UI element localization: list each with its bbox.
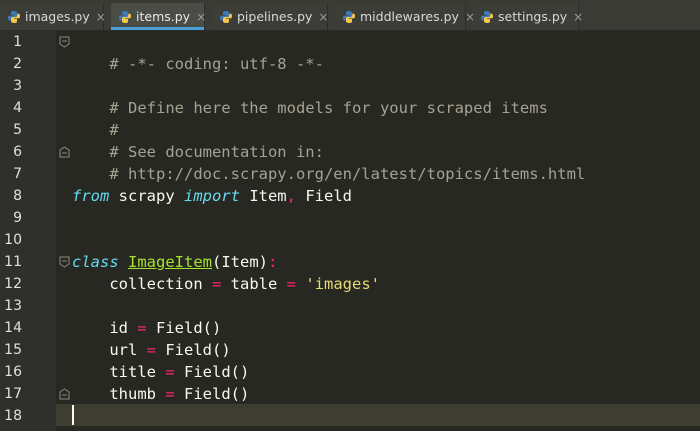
tab-pipelines-py[interactable]: pipelines.py ×	[212, 3, 328, 30]
line-number: 10	[4, 232, 22, 248]
line-number: 18	[4, 408, 22, 424]
line-number: 6	[13, 144, 22, 160]
close-icon[interactable]: ×	[96, 10, 106, 24]
module-name: scrapy	[109, 187, 184, 205]
identifier: title	[72, 363, 166, 381]
tab-middlewares-py[interactable]: middlewares.py ×	[335, 3, 475, 30]
call-expression: Field()	[174, 385, 250, 403]
line-number: 17	[4, 386, 22, 402]
keyword-from: from	[72, 187, 110, 205]
code-line-16[interactable]: title = Field()	[72, 361, 249, 383]
line-number: 9	[13, 210, 22, 226]
line-number: 13	[4, 298, 22, 314]
close-icon[interactable]: ×	[196, 10, 206, 24]
comment-text: # -*- coding: utf-8 -*-	[109, 55, 324, 73]
python-file-icon	[220, 10, 232, 23]
close-icon[interactable]: ×	[318, 10, 328, 24]
comment-text: # Define here the models for your scrape…	[109, 99, 548, 117]
assign-operator: =	[165, 385, 175, 403]
call-expression: Field()	[174, 363, 250, 381]
string-literal: 'images'	[296, 275, 380, 293]
tab-label: items.py	[136, 9, 191, 24]
fold-marker-icon[interactable]	[59, 36, 70, 48]
assign-operator: =	[286, 275, 296, 293]
fold-marker-icon[interactable]	[59, 388, 70, 400]
current-line-highlight	[56, 404, 700, 426]
code-line-6[interactable]: # http://doc.scrapy.org/en/latest/topics…	[72, 141, 585, 183]
editor-tab-bar: images.py × items.py × pipelines.py × mi…	[0, 0, 700, 31]
identifier: thumb	[72, 385, 166, 403]
python-file-icon	[8, 10, 20, 23]
code-line-14[interactable]: id = Field()	[72, 317, 221, 339]
text-cursor	[72, 405, 74, 425]
line-number: 1	[13, 34, 22, 50]
python-file-icon	[343, 10, 355, 23]
line-number: 4	[13, 100, 22, 116]
code-line-3[interactable]: # Define here the models for your scrape…	[72, 75, 548, 117]
line-number: 12	[4, 276, 22, 292]
tab-label: pipelines.py	[237, 9, 313, 24]
assign-operator: =	[146, 341, 156, 359]
code-line-5[interactable]: # See documentation in:	[72, 119, 324, 161]
tab-settings-py[interactable]: settings.py ×	[473, 3, 583, 30]
keyword-import: import	[183, 187, 240, 205]
close-icon[interactable]: ×	[573, 10, 583, 24]
assign-operator: =	[137, 319, 147, 337]
fold-marker-icon[interactable]	[59, 256, 70, 268]
comma: ,	[286, 187, 296, 205]
line-number: 14	[4, 320, 22, 336]
code-line-15[interactable]: url = Field()	[72, 339, 231, 361]
line-number: 16	[4, 364, 22, 380]
line-number: 2	[13, 56, 22, 72]
call-expression: Field()	[146, 319, 222, 337]
code-line-1[interactable]: # -*- coding: utf-8 -*-	[72, 31, 324, 73]
assign-operator: =	[211, 275, 222, 293]
identifier: url	[72, 341, 147, 359]
tab-label: images.py	[25, 9, 90, 24]
line-number: 11	[4, 254, 22, 270]
comment-text: # http://doc.scrapy.org/en/latest/topics…	[109, 165, 586, 183]
line-number: 7	[13, 166, 22, 182]
assign-operator: =	[165, 363, 175, 381]
identifier: id	[72, 319, 138, 337]
python-file-icon	[481, 10, 493, 23]
keyword-class: class	[72, 253, 119, 271]
tab-items-py[interactable]: items.py ×	[111, 3, 206, 30]
code-line-11[interactable]: class ImageItem(Item):	[72, 251, 277, 273]
tab-images-py[interactable]: images.py ×	[0, 3, 106, 30]
tab-label: middlewares.py	[360, 9, 459, 24]
colon: :	[268, 253, 278, 271]
code-line-17[interactable]: thumb = Field()	[72, 383, 249, 405]
line-number: 8	[13, 188, 22, 204]
line-number: 5	[13, 122, 22, 138]
python-file-icon	[119, 10, 131, 23]
import-name: Field	[296, 187, 352, 205]
tab-label: settings.py	[498, 9, 568, 24]
identifier: collection	[72, 275, 212, 293]
code-line-4[interactable]: #	[72, 97, 118, 139]
call-expression: Field()	[156, 341, 231, 359]
code-line-12[interactable]: collection = table = 'images'	[72, 273, 380, 295]
class-base: (Item)	[212, 253, 269, 271]
line-number: 15	[4, 342, 22, 358]
code-editor[interactable]: images.py × items.py × pipelines.py × mi…	[0, 0, 700, 431]
fold-marker-icon[interactable]	[59, 146, 70, 158]
line-number: 3	[13, 78, 22, 94]
identifier: table	[221, 275, 287, 293]
class-name: ImageItem	[128, 253, 213, 271]
code-line-8[interactable]: from scrapy import Item, Field	[72, 185, 352, 207]
import-name: Item	[239, 187, 287, 205]
